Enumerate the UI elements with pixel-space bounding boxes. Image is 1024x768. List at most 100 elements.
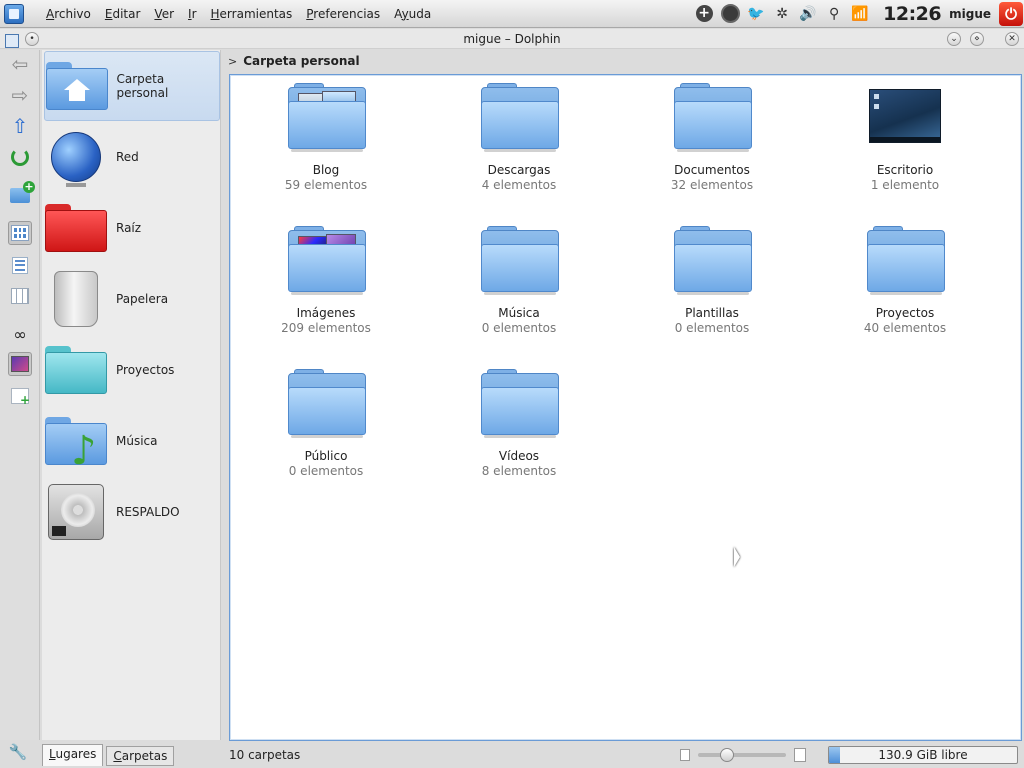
- file-count: 1 elemento: [870, 178, 940, 192]
- clock[interactable]: 12:26: [883, 3, 941, 25]
- close-icon[interactable]: ✕: [1005, 32, 1019, 46]
- username[interactable]: migue: [949, 7, 991, 21]
- cyan-folder-icon: [44, 340, 108, 400]
- file-item[interactable]: Plantillas 0 elementos: [632, 224, 792, 354]
- place-musica[interactable]: ♪ Música: [44, 406, 220, 476]
- menu-ayuda[interactable]: Ayuda: [394, 7, 431, 21]
- zoom-slider[interactable]: [698, 748, 786, 762]
- up-arrow-icon[interactable]: ⇧: [8, 114, 32, 138]
- menu-ayuda-pre: A: [394, 6, 402, 21]
- columns-view-icon[interactable]: [8, 284, 32, 308]
- folder-images-icon: [284, 224, 368, 296]
- hard-drive-icon: [44, 482, 108, 542]
- app-menu-icon[interactable]: [3, 32, 21, 50]
- menu-ver-rest: er: [161, 6, 175, 21]
- free-space-label: 130.9 GiB libre: [878, 748, 968, 762]
- place-label: RESPALDO: [116, 505, 180, 519]
- wrench-icon[interactable]: 🔧: [6, 740, 30, 764]
- tab-carpetas-key: C: [113, 749, 122, 763]
- file-item[interactable]: Escritorio 1 elemento: [825, 81, 985, 211]
- menu-ir-rest: r: [191, 6, 197, 21]
- system-tray: + 🐦 ✲ 🔊 ⚲ 📶 12:26 migue ⏻: [691, 0, 1024, 28]
- desktop-icon: [863, 81, 947, 153]
- file-item[interactable]: Documentos 32 elementos: [632, 81, 792, 211]
- file-name: Música: [498, 306, 540, 320]
- place-proyectos[interactable]: Proyectos: [44, 335, 220, 405]
- tab-lugares[interactable]: Lugares: [42, 744, 104, 766]
- file-item[interactable]: Imágenes 209 elementos: [246, 224, 406, 354]
- file-count: 4 elementos: [481, 178, 557, 192]
- search-binoculars-icon[interactable]: ∞: [8, 322, 32, 346]
- window-menu-icon[interactable]: •: [25, 32, 39, 46]
- free-space-bar[interactable]: 130.9 GiB libre: [828, 746, 1018, 764]
- place-label: Papelera: [116, 292, 169, 306]
- add-widget-icon[interactable]: +: [692, 2, 716, 26]
- network-cluster-icon[interactable]: ✲: [770, 2, 794, 26]
- file-view[interactable]: Blog 59 elementos Descargas 4 elementos …: [229, 74, 1022, 741]
- file-count: 8 elementos: [481, 464, 557, 478]
- home-folder-icon: [45, 56, 108, 116]
- file-count: 59 elementos: [284, 178, 368, 192]
- file-count: 209 elementos: [281, 321, 371, 335]
- menu-editar[interactable]: Editar: [105, 7, 141, 21]
- split-view-icon[interactable]: [8, 384, 32, 408]
- place-respaldo[interactable]: RESPALDO: [44, 477, 220, 547]
- usb-icon[interactable]: ⚲: [822, 2, 846, 26]
- breadcrumb-arrow-icon[interactable]: >: [228, 55, 237, 68]
- folder-icon: [477, 81, 561, 153]
- place-raiz[interactable]: Raíz: [44, 193, 220, 263]
- zoom-in-icon[interactable]: [794, 748, 806, 762]
- file-name: Proyectos: [875, 306, 935, 320]
- app-launcher-icon[interactable]: [0, 0, 28, 28]
- preview-icon[interactable]: [8, 352, 32, 376]
- icons-view-icon[interactable]: [8, 221, 32, 245]
- maximize-icon[interactable]: ⋄: [970, 32, 984, 46]
- tab-carpetas[interactable]: Carpetas: [106, 746, 175, 766]
- zoom-slider-handle[interactable]: [720, 748, 735, 762]
- mouse-cursor-icon: [734, 547, 740, 567]
- file-item[interactable]: Público 0 elementos: [246, 367, 406, 497]
- file-count: 40 elementos: [863, 321, 947, 335]
- minimize-icon[interactable]: ⌄: [947, 32, 961, 46]
- reload-icon[interactable]: [8, 145, 32, 169]
- file-item[interactable]: Música 0 elementos: [439, 224, 599, 354]
- menu-editar-rest: ditar: [112, 6, 141, 21]
- file-item[interactable]: Vídeos 8 elementos: [439, 367, 599, 497]
- place-carpeta-personal[interactable]: Carpeta personal: [44, 51, 220, 121]
- menu-herramientas[interactable]: Herramientas: [211, 7, 293, 21]
- folder-count: 10 carpetas: [229, 748, 301, 762]
- places-panel: Carpeta personal Red Raíz Papelera Proye…: [42, 50, 221, 740]
- forward-arrow-icon[interactable]: ⇨: [8, 83, 32, 107]
- breadcrumb-current[interactable]: Carpeta personal: [243, 54, 359, 68]
- activity-icon[interactable]: [718, 2, 742, 26]
- menu-archivo[interactable]: Archivo: [46, 7, 91, 21]
- menu-ir[interactable]: Ir: [188, 7, 196, 21]
- menu-herramientas-rest: erramientas: [219, 6, 293, 21]
- new-folder-icon[interactable]: [8, 180, 35, 207]
- tab-lugares-rest: ugares: [55, 747, 97, 761]
- back-arrow-icon[interactable]: ⇦: [8, 52, 32, 76]
- place-label: Proyectos: [116, 363, 175, 377]
- file-item[interactable]: Blog 59 elementos: [246, 81, 406, 211]
- file-item[interactable]: Proyectos 40 elementos: [825, 224, 985, 354]
- menu-ver[interactable]: Ver: [154, 7, 174, 21]
- menu-preferencias[interactable]: Preferencias: [306, 7, 380, 21]
- window-titlebar[interactable]: • migue – Dolphin ⌄ ⋄ ✕: [0, 29, 1024, 49]
- volume-icon[interactable]: 🔊: [796, 2, 820, 26]
- file-name: Imágenes: [296, 306, 356, 320]
- power-icon[interactable]: ⏻: [999, 1, 1023, 26]
- wifi-icon[interactable]: 📶: [848, 2, 872, 26]
- zoom-out-icon[interactable]: [680, 749, 690, 761]
- trash-icon: [44, 269, 108, 329]
- file-name: Vídeos: [498, 449, 540, 463]
- breadcrumb[interactable]: > Carpeta personal: [228, 51, 1018, 71]
- details-view-icon[interactable]: [8, 253, 32, 277]
- twitter-icon[interactable]: 🐦: [744, 2, 768, 26]
- place-red[interactable]: Red: [44, 122, 220, 192]
- file-name: Escritorio: [876, 163, 934, 177]
- folder-icon: [863, 224, 947, 296]
- window-title: migue – Dolphin: [463, 31, 561, 46]
- place-papelera[interactable]: Papelera: [44, 264, 220, 334]
- file-item[interactable]: Descargas 4 elementos: [439, 81, 599, 211]
- music-folder-icon: ♪: [44, 411, 108, 471]
